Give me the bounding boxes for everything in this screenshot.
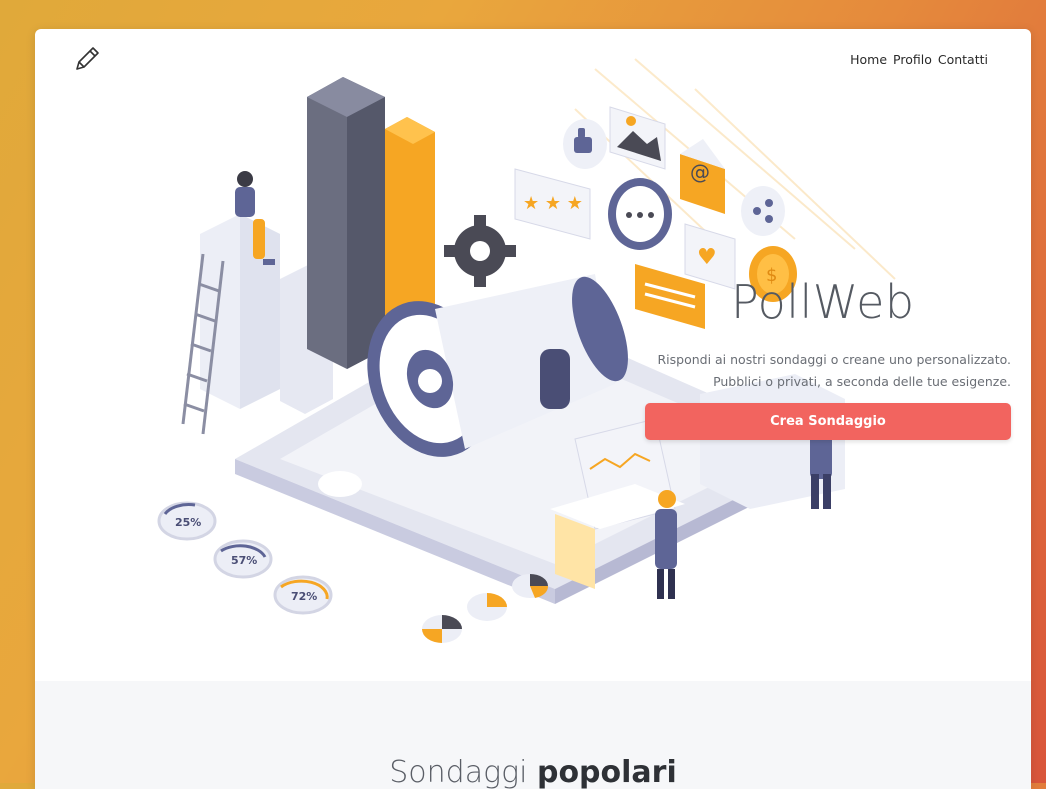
pie-token — [422, 615, 462, 643]
thumbs-up-icon — [563, 119, 607, 169]
nav-profilo-link[interactable]: Profilo — [893, 52, 932, 67]
popular-polls-title: Sondaggi popolari — [35, 755, 1031, 789]
hero-section: ★ ★ ★ @ ♥ $ 25% 57% 72% Home Profilo Con… — [35, 29, 1031, 681]
brand-title: PollWeb — [731, 275, 915, 329]
at-sign-icon: @ — [680, 139, 725, 214]
popular-title-part1: Sondaggi — [389, 755, 528, 789]
share-icon — [741, 186, 785, 236]
star-icon: ★ ★ ★ — [514, 168, 591, 240]
nav-home-link[interactable]: Home — [850, 52, 887, 67]
percent-badge-57: 57% — [213, 539, 273, 579]
percent-badge-72: 72% — [273, 575, 333, 615]
heart-icon: ♥ — [684, 223, 736, 290]
tagline-line-1: Rispondi ai nostri sondaggi o creane uno… — [657, 352, 1011, 367]
svg-text:★ ★ ★: ★ ★ ★ — [523, 193, 583, 214]
svg-text:♥: ♥ — [697, 245, 717, 270]
svg-text:@: @ — [690, 160, 710, 184]
pie-token — [467, 593, 507, 621]
popular-polls-section: Sondaggi popolari — [35, 681, 1031, 789]
nav-contatti-link[interactable]: Contatti — [938, 52, 988, 67]
percent-badge-25: 25% — [157, 501, 217, 541]
create-poll-button[interactable]: Crea Sondaggio — [645, 403, 1011, 440]
tagline-line-2: Pubblici o privati, a seconda delle tue … — [713, 374, 1011, 389]
pie-token — [512, 574, 549, 598]
gear-icon — [444, 215, 516, 287]
top-nav: Home Profilo Contatti — [850, 52, 988, 67]
pencil-icon[interactable] — [71, 43, 103, 75]
hero-tagline: Rispondi ai nostri sondaggi o creane uno… — [657, 349, 1011, 393]
image-icon — [609, 106, 666, 170]
page-card: ★ ★ ★ @ ♥ $ 25% 57% 72% Home Profilo Con… — [35, 29, 1031, 789]
svg-text:72%: 72% — [291, 590, 317, 603]
chat-bubble-icon — [608, 178, 672, 250]
svg-text:57%: 57% — [231, 554, 257, 567]
popular-title-part2: popolari — [536, 755, 677, 789]
svg-text:25%: 25% — [175, 516, 201, 529]
